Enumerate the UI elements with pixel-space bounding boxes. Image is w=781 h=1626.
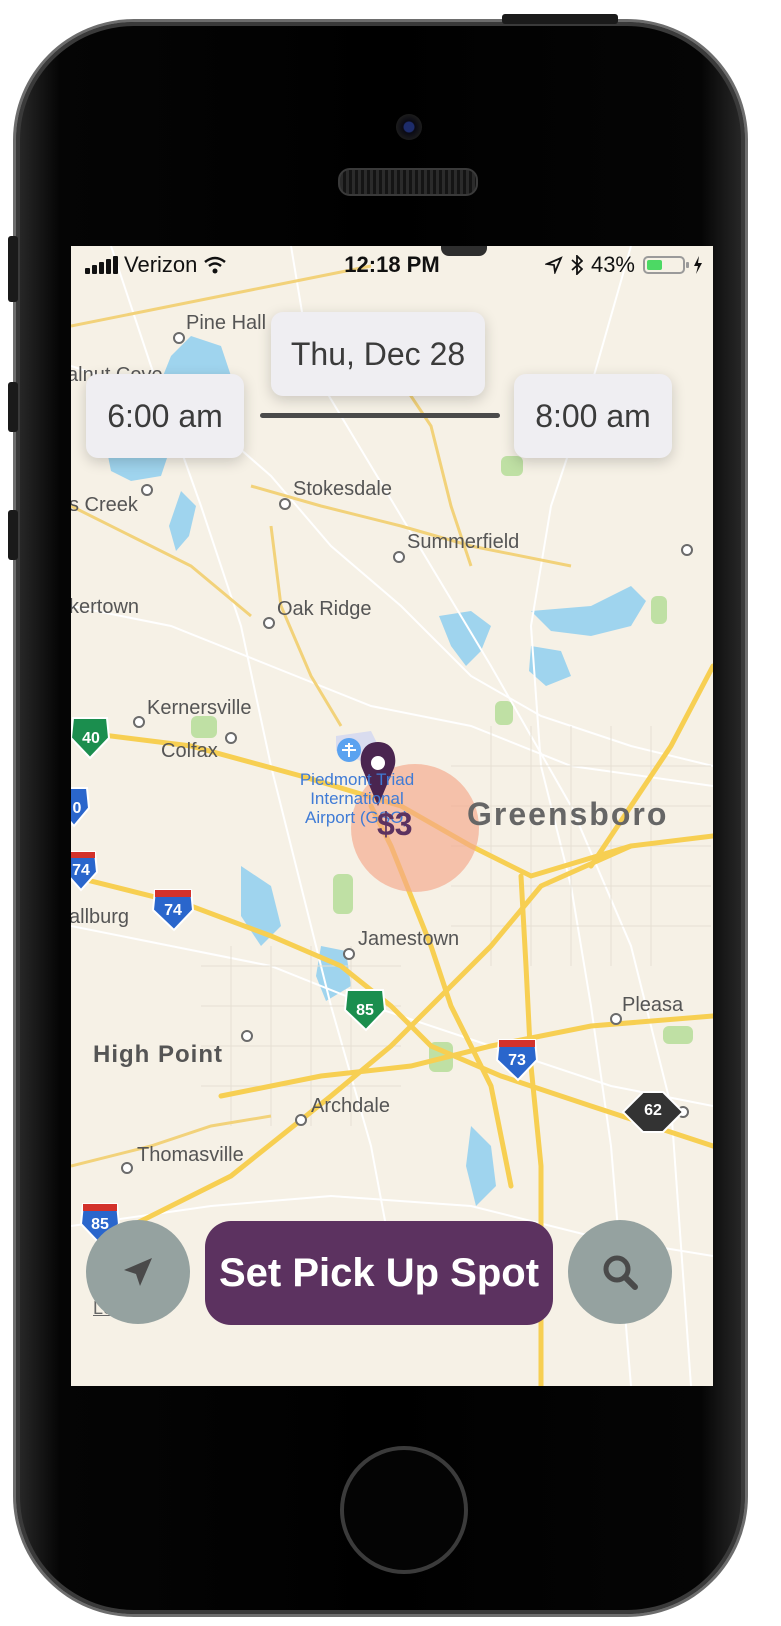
location-arrow-icon — [124, 1258, 152, 1286]
shield-number: 40 — [82, 730, 100, 747]
airport-label-line: International — [310, 789, 404, 808]
home-button[interactable] — [340, 1446, 468, 1574]
map-place-label: Jamestown — [358, 928, 460, 950]
airport-label: Piedmont Triad International Airport (GS… — [277, 770, 437, 827]
shield-number: 62 — [644, 1102, 662, 1119]
shield-number: 73 — [508, 1052, 526, 1069]
earpiece-speaker — [338, 168, 478, 196]
airport-label-line: Piedmont Triad — [299, 770, 415, 789]
map-place-label: allburg — [71, 906, 130, 928]
date-card[interactable]: Thu, Dec 28 — [271, 312, 485, 396]
search-button[interactable] — [568, 1220, 672, 1324]
map-place-label: s Creek — [71, 494, 138, 516]
map-place-label: kertown — [71, 596, 140, 618]
battery-icon — [643, 256, 689, 274]
end-time-card[interactable]: 8:00 am — [514, 374, 672, 458]
volume-down-button — [8, 510, 18, 560]
pin-price-label: $3 — [377, 806, 413, 842]
app-screen: Pine Hall alnut Cove s Creek Stokesdale … — [71, 246, 713, 1386]
start-time-card[interactable]: 6:00 am — [86, 374, 244, 458]
map-place-label: Summerfield — [407, 531, 520, 553]
map-place-label: Pine Hall — [186, 312, 267, 334]
shield-number: 85 — [356, 1002, 374, 1019]
location-services-icon — [544, 256, 563, 274]
battery-percent: 43% — [590, 252, 635, 277]
time-range-slider[interactable] — [260, 413, 500, 418]
shield-number: 74 — [164, 902, 182, 919]
pull-down-handle[interactable] — [441, 246, 487, 256]
volume-up-button — [8, 382, 18, 432]
map-place-label: Stokesdale — [293, 478, 392, 500]
locate-me-button[interactable] — [86, 1220, 190, 1324]
map-place-label: High Point — [93, 1041, 223, 1068]
map-place-label: Greensboro — [467, 796, 669, 832]
map-place-label: Thomasville — [137, 1144, 244, 1166]
map-place-label: Archdale — [311, 1095, 390, 1117]
bluetooth-icon — [571, 255, 583, 275]
status-right-group: 43% — [544, 252, 703, 278]
battery-fill — [647, 260, 662, 270]
map-place-label: Colfax — [161, 740, 218, 762]
mute-switch — [8, 236, 18, 302]
front-camera — [396, 114, 422, 140]
charging-bolt-icon — [694, 256, 702, 274]
status-bar: Verizon 12:18 PM 43% — [71, 246, 713, 286]
airport-label-line: Airport (GSO) — [305, 808, 409, 827]
shield-number: 0 — [72, 800, 82, 817]
airport-icon — [337, 738, 361, 762]
shield-number: 74 — [72, 862, 90, 879]
map-place-label: Oak Ridge — [277, 598, 372, 620]
set-pick-up-spot-button[interactable]: Set Pick Up Spot — [205, 1221, 553, 1325]
search-icon — [603, 1255, 638, 1290]
map-place-label: Kernersville — [147, 697, 252, 719]
map-place-label: Pleasa — [622, 994, 684, 1016]
power-button — [502, 14, 618, 24]
